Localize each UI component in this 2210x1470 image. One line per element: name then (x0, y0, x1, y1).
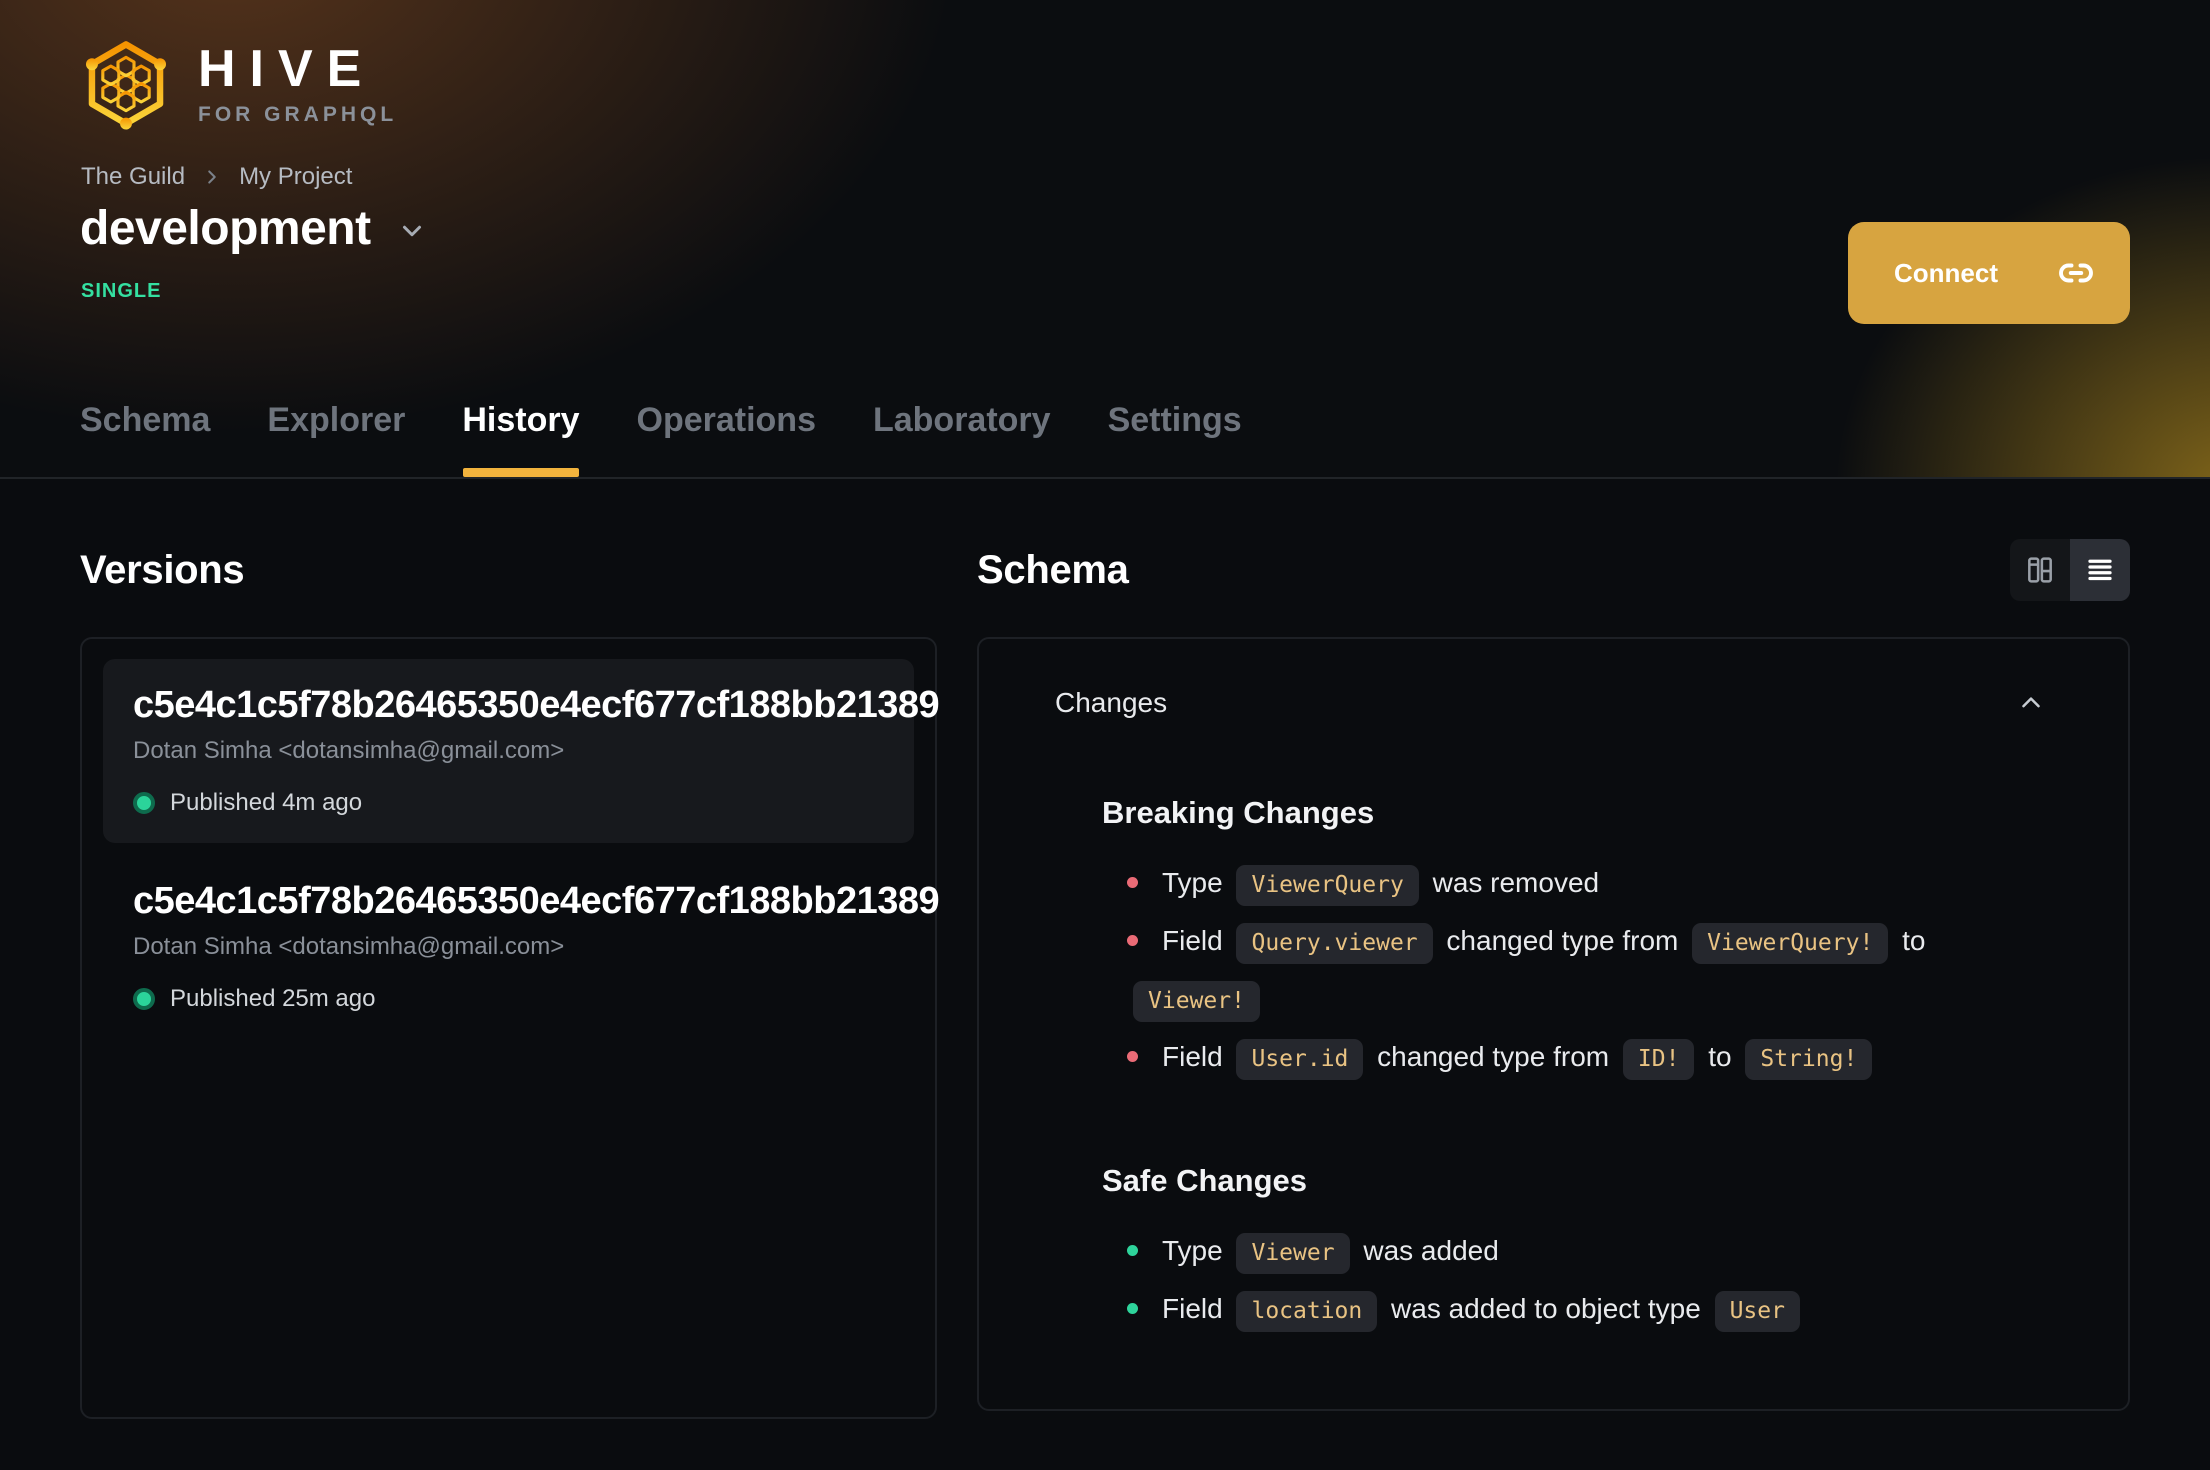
version-card[interactable]: c5e4c1c5f78b26465350e4ecf677cf188bb21389… (103, 855, 940, 1039)
columns-icon (2024, 554, 2056, 586)
safe-changes-title: Safe Changes (1102, 1163, 1308, 1198)
code-chip: ViewerQuery (1236, 865, 1419, 906)
tab-bar: Schema Explorer History Operations Laborator… (80, 400, 1242, 477)
versions-column: Versions c5e4c1c5f78b26465350e4ecf677cf1… (80, 539, 940, 1419)
version-status-text: Published 4m ago (170, 789, 363, 816)
changes-body: Breaking Changes Type ViewerQuery was rem… (979, 795, 2128, 1339)
connect-button-label: Connect (1894, 257, 1998, 288)
tab-explorer[interactable]: Explorer (267, 400, 405, 477)
code-chip: ViewerQuery! (1692, 923, 1889, 964)
version-status: Published 25m ago (133, 985, 884, 1013)
version-hash: c5e4c1c5f78b26465350e4ecf677cf188bb21389 (133, 684, 940, 726)
tab-history[interactable]: History (462, 400, 580, 477)
code-chip: location (1236, 1291, 1378, 1332)
link-icon (2058, 255, 2094, 291)
target-mode-badge: SINGLE (81, 280, 162, 302)
change-item: Type ViewerQuery was removed (1127, 855, 2036, 913)
bullet-icon (1127, 1051, 1138, 1063)
version-hash: c5e4c1c5f78b26465350e4ecf677cf188bb21389 (133, 880, 940, 922)
change-text: was removed (1424, 867, 1600, 898)
change-item: Type Viewer was added (1127, 1223, 2036, 1281)
changes-panel: Changes Breaking Changes Type ViewerQuery… (977, 637, 2130, 1411)
published-status-dot-icon (133, 988, 155, 1010)
change-text: changed type from (1438, 925, 1687, 956)
schema-column: Schema Changes Breaking Changes Type Vie… (977, 539, 2130, 1419)
code-chip: Viewer! (1133, 981, 1260, 1022)
version-status: Published 4m ago (133, 789, 884, 817)
tab-settings[interactable]: Settings (1108, 400, 1242, 477)
main-content: Versions c5e4c1c5f78b26465350e4ecf677cf1… (0, 479, 2210, 1419)
bullet-icon (1127, 877, 1138, 889)
breadcrumb-org[interactable]: The Guild (81, 163, 185, 191)
code-chip: User (1714, 1291, 1800, 1332)
versions-panel: c5e4c1c5f78b26465350e4ecf677cf188bb21389… (80, 637, 940, 1419)
change-text: Field (1162, 1041, 1231, 1072)
target-selector[interactable]: development (80, 201, 427, 256)
chevron-down-icon (397, 216, 427, 251)
changes-collapse-header[interactable]: Changes (979, 639, 2128, 719)
tab-schema[interactable]: Schema (80, 400, 210, 477)
change-item: Field User.id changed type from ID! to S… (1127, 1029, 2036, 1087)
hive-logo-icon (85, 41, 167, 130)
code-chip: Viewer (1236, 1233, 1350, 1274)
schema-title: Schema (977, 547, 1129, 592)
version-status-text: Published 25m ago (170, 985, 376, 1012)
list-icon (2085, 555, 2115, 585)
chevron-up-icon (2016, 688, 2046, 718)
change-text: to (1700, 1041, 1740, 1072)
chevron-right-icon (201, 166, 223, 188)
hive-logo[interactable]: HIVE FOR GRAPHQL (80, 38, 397, 130)
published-status-dot-icon (133, 792, 155, 814)
split-view-button[interactable] (2010, 539, 2070, 601)
code-chip: ID! (1622, 1039, 1695, 1080)
code-chip: Query.viewer (1236, 923, 1433, 964)
version-author: Dotan Simha <dotansimha@gmail.com> (133, 933, 565, 960)
code-chip: User.id (1236, 1039, 1364, 1080)
view-mode-toggle (2010, 539, 2130, 601)
bullet-icon (1127, 1245, 1138, 1257)
change-text: was added to object type (1383, 1293, 1709, 1324)
bullet-icon (1127, 935, 1138, 947)
code-chip: String! (1745, 1039, 1873, 1080)
versions-title: Versions (80, 547, 245, 592)
breadcrumb: The Guild My Project (81, 163, 352, 191)
version-author: Dotan Simha <dotansimha@gmail.com> (133, 737, 565, 764)
bullet-icon (1127, 1303, 1138, 1315)
change-text: Field (1162, 925, 1231, 956)
list-view-button[interactable] (2070, 539, 2130, 601)
brand-text: HIVE FOR GRAPHQL (198, 43, 397, 125)
tab-laboratory[interactable]: Laboratory (873, 400, 1051, 477)
brand-name: HIVE (198, 40, 376, 98)
change-text: was added (1355, 1235, 1499, 1266)
breaking-changes-list: Type ViewerQuery was removed Field Query… (1127, 855, 2036, 1087)
change-item: Field Query.viewer changed type from Vie… (1127, 913, 2036, 1029)
breadcrumb-project[interactable]: My Project (239, 163, 352, 191)
breaking-changes-title: Breaking Changes (1102, 795, 1375, 830)
tab-operations[interactable]: Operations (637, 400, 816, 477)
change-text: to (1894, 925, 1926, 956)
change-item: Field location was added to object type … (1127, 1281, 2036, 1339)
change-text: Type (1162, 1235, 1231, 1266)
page-header: HIVE FOR GRAPHQL The Guild My Project de… (0, 0, 2210, 479)
change-text: changed type from (1369, 1041, 1617, 1072)
brand-tagline: FOR GRAPHQL (198, 103, 398, 126)
safe-changes-list: Type Viewer was added Field location was… (1127, 1223, 2036, 1339)
change-text: Type (1162, 867, 1231, 898)
target-name: development (80, 202, 371, 255)
connect-button[interactable]: Connect (1848, 222, 2130, 324)
change-text: Field (1162, 1293, 1231, 1324)
changes-title: Changes (1055, 687, 1168, 718)
version-card[interactable]: c5e4c1c5f78b26465350e4ecf677cf188bb21389… (103, 659, 940, 843)
